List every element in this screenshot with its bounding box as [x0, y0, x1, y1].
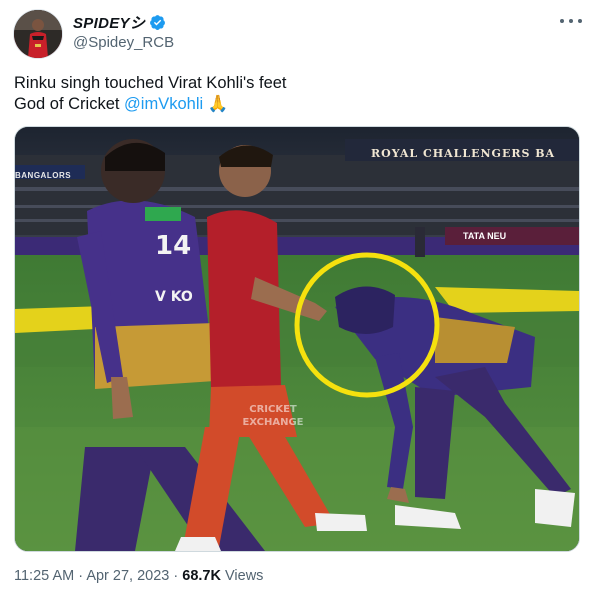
views-label: Views [225, 568, 264, 584]
tweet-text-line1: Rinku singh touched Virat Kohli's feet [14, 74, 287, 92]
stadium-board-top: ROYAL CHALLENGERS BA [371, 147, 556, 160]
meta-separator: · [78, 568, 84, 584]
jersey-name: V KO [155, 289, 193, 305]
tweet-card: SPIDEYシ @Spidey_RCB Rinku singh touched … [0, 0, 596, 592]
verified-badge-icon [150, 14, 166, 30]
author-handle[interactable]: @Spidey_RCB [73, 34, 174, 51]
stadium-board-left: BANGALORS [15, 171, 72, 180]
meta-separator-2: · [173, 568, 179, 584]
cricket-photo [15, 127, 579, 551]
jersey-number: 14 [155, 231, 192, 261]
watermark: CRICKET EXCHANGE [233, 403, 313, 429]
tweet-text-prefix: God of Cricket [14, 95, 125, 113]
tweet-media-image[interactable]: BANGALORS ROYAL CHALLENGERS BA TATA NEU … [14, 126, 580, 552]
watermark-line2: EXCHANGE [242, 417, 304, 428]
tweet-meta: 11:25 AM · Apr 27, 2023 · 68.7K Views [14, 568, 263, 584]
author-display-name[interactable]: SPIDEYシ [73, 12, 145, 33]
tweet-time[interactable]: 11:25 AM [14, 568, 74, 584]
avatar[interactable] [13, 9, 63, 59]
tweet-text-line2: God of Cricket @imVkohli 🙏 [14, 94, 574, 115]
mention-link[interactable]: @imVkohli [124, 95, 203, 113]
tweet-date[interactable]: Apr 27, 2023 [86, 568, 169, 584]
tweet-text: Rinku singh touched Virat Kohli's feet G… [14, 73, 574, 115]
more-options-icon[interactable] [560, 12, 582, 30]
avatar-image [14, 10, 62, 58]
views-count[interactable]: 68.7K [182, 568, 221, 584]
author-name-row[interactable]: SPIDEYシ [73, 12, 166, 32]
folded-hands-emoji: 🙏 [207, 95, 229, 113]
stadium-board-tata: TATA NEU [463, 231, 507, 241]
watermark-line1: CRICKET [249, 404, 297, 415]
